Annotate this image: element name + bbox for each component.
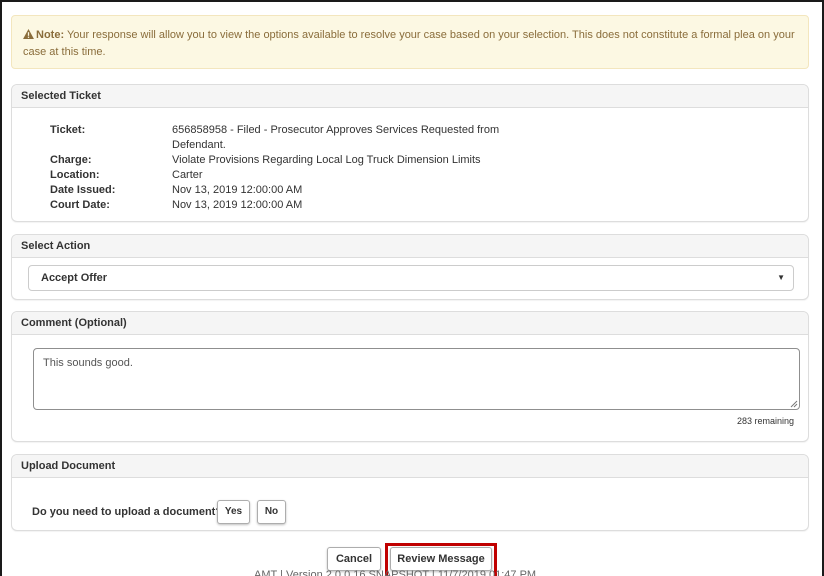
charge-label: Charge: bbox=[50, 154, 92, 166]
location-value: Carter bbox=[172, 169, 203, 181]
upload-question: Do you need to upload a document? bbox=[32, 506, 223, 518]
date-issued-label: Date Issued: bbox=[50, 184, 116, 196]
selected-ticket-panel: Selected Ticket Ticket: 656858958 - File… bbox=[11, 84, 809, 222]
chevron-down-icon: ▼ bbox=[777, 273, 785, 282]
warning-icon bbox=[23, 29, 34, 39]
action-select[interactable]: Accept Offer ▼ bbox=[28, 265, 794, 291]
note-alert: Note: Your response will allow you to vi… bbox=[11, 15, 809, 69]
location-label: Location: bbox=[50, 169, 100, 181]
comment-heading: Comment (Optional) bbox=[12, 312, 808, 335]
upload-yes-button[interactable]: Yes bbox=[217, 500, 250, 524]
resize-handle-icon[interactable] bbox=[790, 400, 798, 408]
characters-remaining: 283 remaining bbox=[736, 416, 794, 426]
comment-panel: Comment (Optional) This sounds good. 283… bbox=[11, 311, 809, 442]
action-select-value: Accept Offer bbox=[41, 272, 108, 284]
comment-text: This sounds good. bbox=[43, 357, 133, 369]
date-issued-value: Nov 13, 2019 12:00:00 AM bbox=[172, 184, 303, 196]
charge-value: Violate Provisions Regarding Local Log T… bbox=[172, 154, 481, 166]
court-date-value: Nov 13, 2019 12:00:00 AM bbox=[172, 199, 303, 211]
ticket-value: 656858958 - Filed - Prosecutor Approves … bbox=[172, 124, 500, 136]
court-date-label: Court Date: bbox=[50, 199, 110, 211]
ticket-label: Ticket: bbox=[50, 124, 86, 136]
upload-heading: Upload Document bbox=[12, 455, 808, 478]
select-action-panel: Select Action Accept Offer ▼ bbox=[11, 234, 809, 300]
upload-panel: Upload Document Do you need to upload a … bbox=[11, 454, 809, 531]
note-label: Note: bbox=[36, 29, 65, 41]
note-text: Your response will allow you to view the… bbox=[23, 29, 795, 58]
version-footer: AMT | Version 2.0.0.16 SNAPSHOT | 11/7/2… bbox=[254, 569, 537, 576]
ticket-value-cont: Defendant. bbox=[172, 139, 226, 151]
select-action-heading: Select Action bbox=[12, 235, 808, 258]
selected-ticket-heading: Selected Ticket bbox=[12, 85, 808, 108]
upload-no-button[interactable]: No bbox=[257, 500, 286, 524]
comment-textarea[interactable]: This sounds good. bbox=[33, 348, 800, 410]
